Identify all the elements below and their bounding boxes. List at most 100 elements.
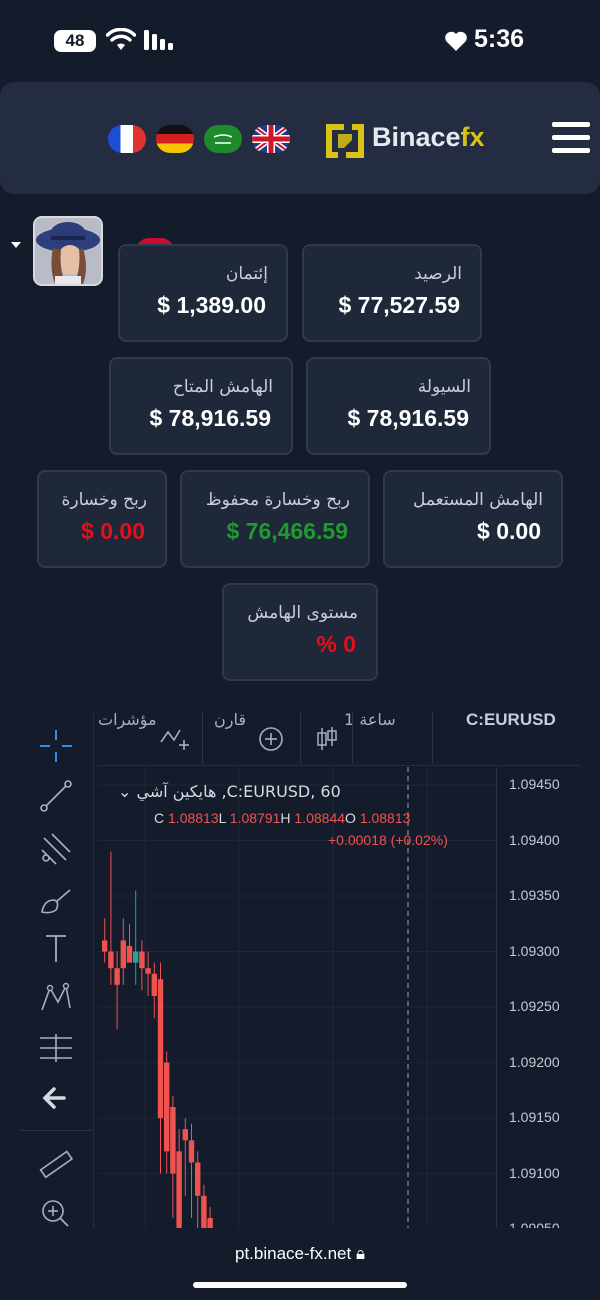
- price-change: +0.00018 (+0.02%): [328, 832, 448, 848]
- url-text: pt.binace-fx.net: [234, 1244, 352, 1263]
- binace-logo-icon[interactable]: [322, 118, 368, 164]
- credit-card: إئتمان $ 1,389.00: [118, 244, 288, 342]
- status-bar: 48 5:36: [0, 0, 600, 80]
- dropdown-caret-icon[interactable]: [11, 242, 21, 248]
- chart-toolbar: C:EURUSD 1 ساعة قارن مؤشرات: [98, 710, 580, 766]
- url-bar[interactable]: pt.binace-fx.net 🔒︎: [0, 1244, 600, 1264]
- ohlc-legend: C 1.08813L 1.08791H 1.08844O 1.08813: [154, 810, 410, 826]
- candle-body: [157, 979, 164, 1119]
- signal-icon: [144, 30, 173, 50]
- ohlc-c-value: 1.08813: [168, 810, 219, 826]
- candle-body: [139, 951, 145, 969]
- browser-footer: pt.binace-fx.net 🔒︎: [0, 1228, 600, 1300]
- trading-chart: C:EURUSD 1 ساعة قارن مؤشرات 1.09450 1.09…: [20, 710, 580, 1236]
- price-tick-label: 1.09100: [509, 1164, 560, 1181]
- ohlc-l-label: L: [218, 810, 226, 826]
- ohlc-h-value: 1.08844: [294, 810, 346, 826]
- pattern-icon[interactable]: [36, 978, 76, 1018]
- brush-icon[interactable]: [36, 880, 76, 920]
- ruler-icon[interactable]: [36, 1144, 76, 1184]
- credit-label: إئتمان: [225, 264, 268, 284]
- symbol-selector[interactable]: C:EURUSD: [466, 710, 556, 766]
- flag-france-button[interactable]: [108, 125, 146, 153]
- trend-line-icon[interactable]: [36, 776, 76, 816]
- heart-icon: [445, 31, 467, 51]
- ohlc-c-label: C: [154, 810, 165, 826]
- crosshair-icon[interactable]: [36, 726, 76, 766]
- pnl-label: ربح وخسارة: [61, 490, 148, 510]
- free-margin-value: $ 78,916.59: [149, 405, 271, 431]
- candle-body: [170, 1106, 176, 1174]
- candle-body: [114, 968, 120, 985]
- wifi-icon: [106, 28, 136, 50]
- home-indicator[interactable]: [193, 1282, 407, 1288]
- used-margin-card: الهامش المستعمل $ 0.00: [383, 470, 563, 568]
- compare-plus-icon[interactable]: [258, 726, 284, 752]
- price-tick-label: 1.09400: [509, 831, 560, 848]
- liquidity-value: $ 78,916.59: [347, 405, 469, 431]
- indicators-button[interactable]: مؤشرات: [98, 710, 157, 766]
- app-header: Binacefx: [0, 82, 600, 194]
- ohlc-o-label: O: [345, 810, 356, 826]
- indicators-icon[interactable]: [160, 726, 190, 752]
- liquidity-label: السيولة: [417, 377, 471, 397]
- legend-title-text: هايكين آشي ,C:EURUSD, 60: [136, 782, 341, 801]
- compare-button[interactable]: قارن: [214, 710, 246, 766]
- saved-pnl-value: $ 76,466.59: [226, 518, 348, 544]
- liquidity-card: السيولة $ 78,916.59: [306, 357, 491, 455]
- brand-name-part1: Binace: [372, 122, 461, 152]
- pnl-value: $ 0.00: [81, 518, 145, 544]
- credit-value: $ 1,389.00: [157, 292, 266, 318]
- saved-pnl-label: ربح وخسارة محفوظ: [205, 490, 350, 510]
- candle-body: [182, 1129, 188, 1141]
- avatar[interactable]: [33, 216, 103, 286]
- candle-body: [188, 1140, 195, 1163]
- back-arrow-icon[interactable]: [36, 1078, 76, 1118]
- brand-name-part2: fx: [460, 122, 485, 152]
- balance-card: الرصيد $ 77,527.59: [302, 244, 482, 342]
- candle-body: [126, 945, 133, 963]
- candle-body: [108, 951, 114, 969]
- flag-saudi-button[interactable]: [204, 125, 242, 153]
- battery-indicator: 48: [54, 30, 96, 52]
- free-margin-card: الهامش المتاح $ 78,916.59: [109, 357, 293, 455]
- balance-label: الرصيد: [414, 264, 462, 284]
- free-margin-label: الهامش المتاح: [172, 377, 273, 397]
- margin-level-value: % 0: [316, 631, 356, 657]
- used-margin-value: $ 0.00: [477, 518, 541, 544]
- pitchfork-icon[interactable]: [36, 828, 76, 868]
- ohlc-h-label: H: [280, 810, 291, 826]
- pnl-card: ربح وخسارة $ 0.00: [37, 470, 167, 568]
- fib-tool-icon[interactable]: [36, 1028, 76, 1068]
- legend-caret-icon[interactable]: ⌄: [118, 782, 137, 801]
- avatar-image: [35, 218, 101, 284]
- text-tool-icon[interactable]: [36, 928, 76, 968]
- ohlc-o-value: 1.08813: [359, 810, 411, 826]
- brand-name[interactable]: Binacefx: [372, 122, 485, 153]
- balance-value: $ 77,527.59: [338, 292, 460, 318]
- price-tick-label: 1.09150: [509, 1109, 560, 1126]
- price-tick-label: 1.09300: [509, 942, 560, 959]
- union-jack-icon: [252, 125, 290, 153]
- candle-body: [133, 951, 139, 963]
- hamburger-menu-icon[interactable]: [552, 122, 590, 154]
- flag-uk-button[interactable]: [252, 125, 290, 153]
- price-tick-label: 1.09450: [509, 776, 560, 792]
- ohlc-l-value: 1.08791: [229, 810, 281, 826]
- margin-level-label: مستوى الهامش: [247, 603, 358, 623]
- price-tick-label: 1.09350: [509, 887, 560, 904]
- lock-icon: 🔒︎: [355, 1244, 366, 1263]
- clock-time: 5:36: [474, 25, 525, 53]
- flag-germany-button[interactable]: [156, 125, 194, 153]
- candle-body: [102, 940, 108, 952]
- used-margin-label: الهامش المستعمل: [412, 490, 543, 510]
- saved-pnl-card: ربح وخسارة محفوظ $ 76,466.59: [180, 470, 370, 568]
- price-axis[interactable]: 1.09450 1.09400 1.09350 1.09300 1.09250 1.092…: [496, 767, 580, 1236]
- candle-body: [145, 968, 151, 974]
- candle-body: [201, 1195, 207, 1230]
- candle-style-icon[interactable]: [316, 726, 338, 752]
- margin-level-card: مستوى الهامش % 0: [222, 583, 378, 681]
- candle-body: [120, 940, 126, 969]
- candle-body: [195, 1162, 201, 1196]
- price-tick-label: 1.09200: [509, 1053, 560, 1070]
